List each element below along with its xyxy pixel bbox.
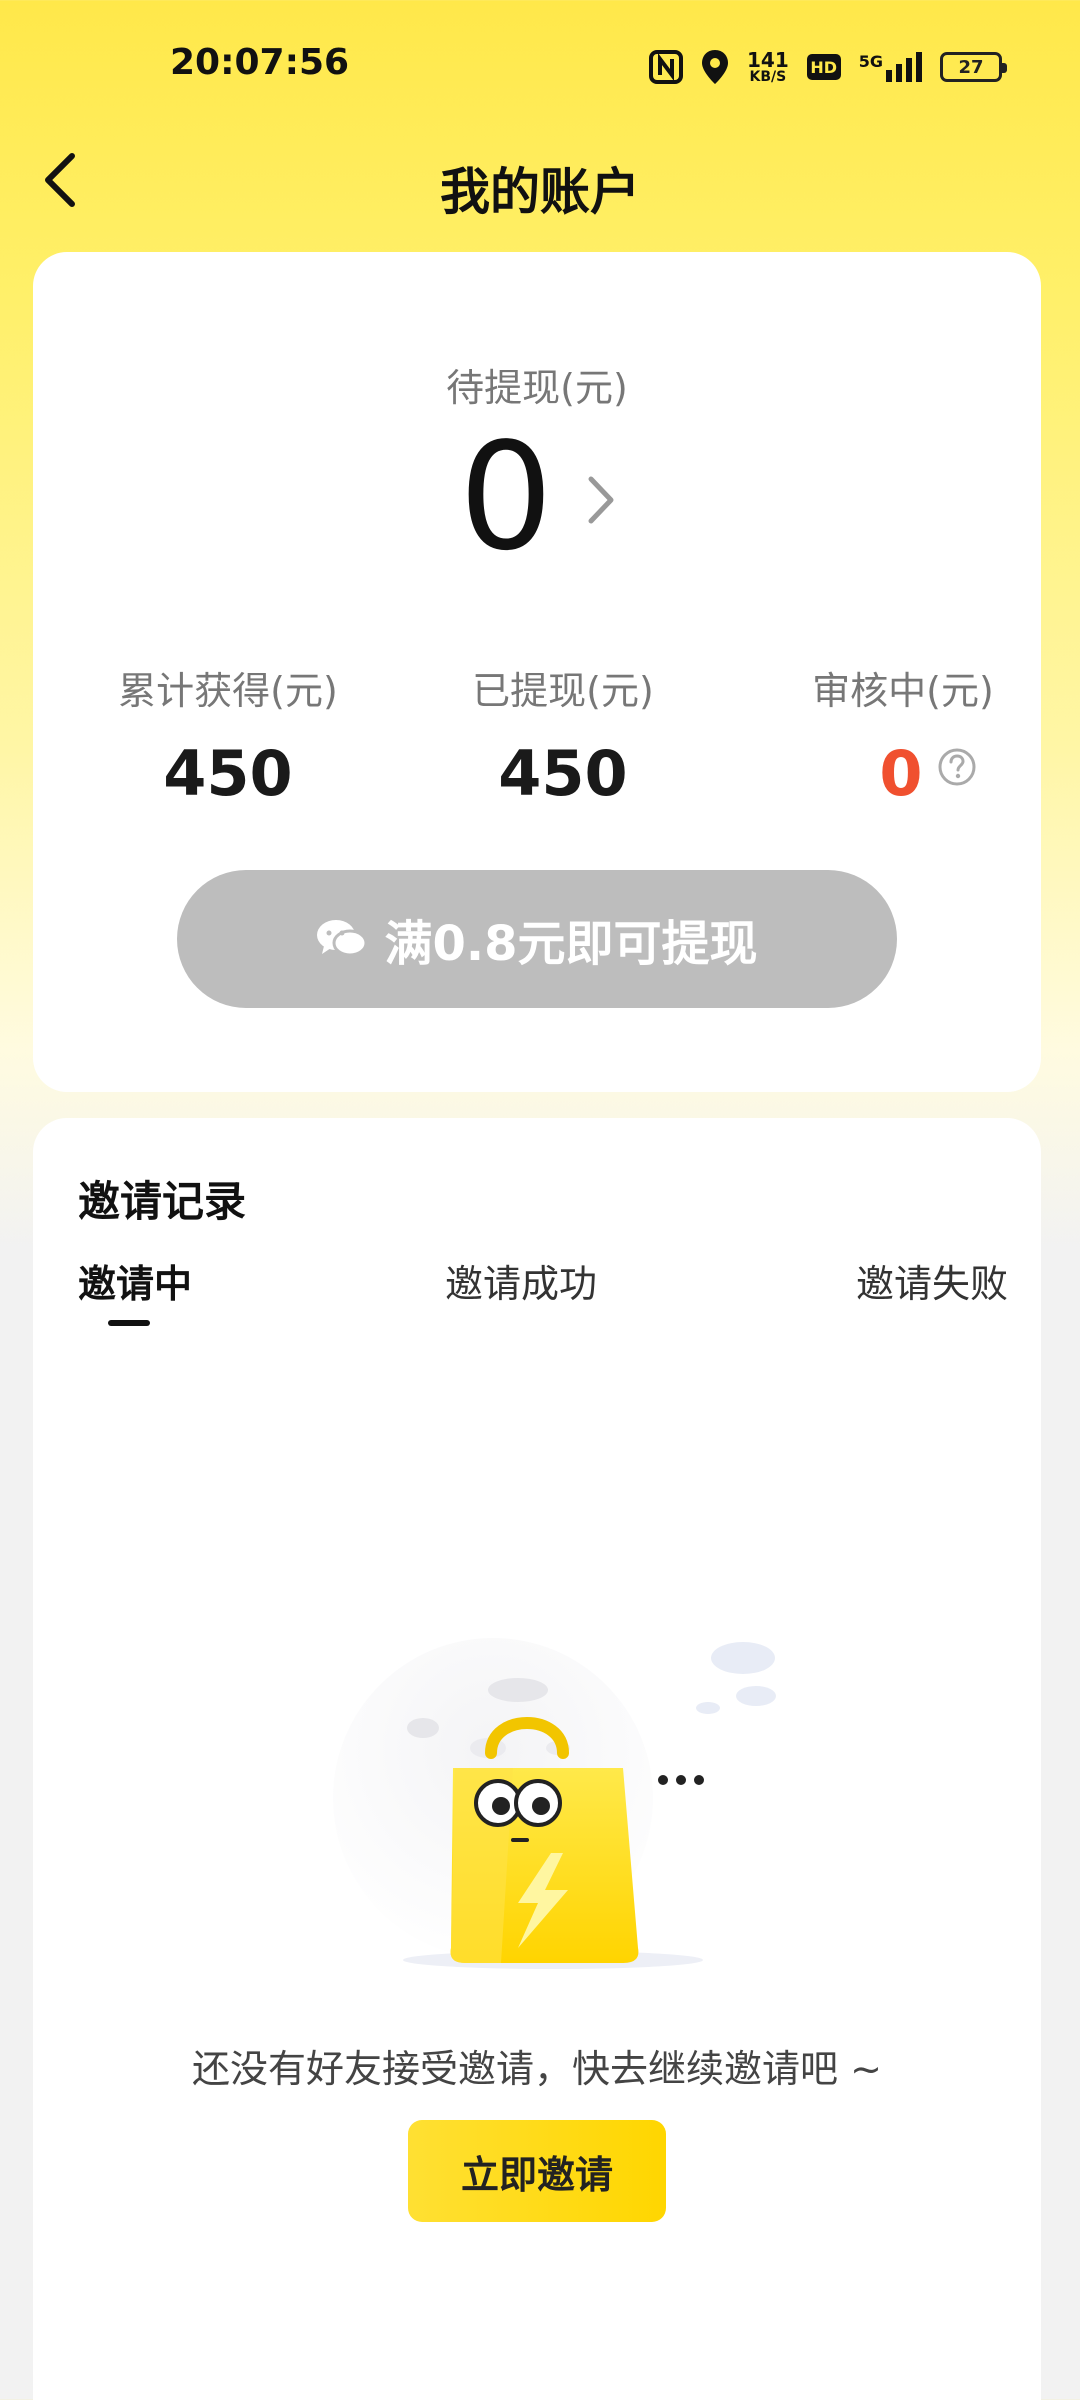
status-time: 20:07:56 xyxy=(170,42,350,83)
withdraw-button[interactable]: 满0.8元即可提现 xyxy=(177,870,897,1008)
pending-value: 0 xyxy=(458,411,554,583)
stat-total-earned: 累计获得(元) 450 xyxy=(98,660,358,805)
battery-level: 27 xyxy=(958,56,984,78)
stat-value: 0 xyxy=(879,737,923,810)
signal-icon: 5G xyxy=(859,52,922,82)
page-title: 我的账户 xyxy=(440,163,640,221)
network-speed: 141 KB/S xyxy=(747,50,789,84)
active-tab-indicator xyxy=(108,1320,150,1326)
stat-under-review: 审核中(元) 0 xyxy=(773,660,1033,805)
pending-label: 待提现(元) xyxy=(446,366,628,410)
invite-tabs: 邀请中 邀请成功 邀请失败 xyxy=(33,1253,1041,1333)
invite-record-card: 邀请记录 邀请中 邀请成功 邀请失败 还没有好友接受邀请，快去继续邀请吧 ~ 立… xyxy=(33,1118,1041,2400)
invite-now-button[interactable]: 立即邀请 xyxy=(408,2120,666,2222)
stat-value: 450 xyxy=(163,737,293,810)
stat-label: 审核中(元) xyxy=(812,669,994,713)
nfc-icon xyxy=(648,50,683,84)
nav-bar: 我的账户 xyxy=(0,140,1080,222)
empty-state-message: 还没有好友接受邀请，快去继续邀请吧 ~ xyxy=(192,2047,882,2091)
balance-card: 待提现(元) 0 累计获得(元) 450 已提现(元) 450 审核中(元) 0… xyxy=(33,252,1041,1092)
tab-invite-failed[interactable]: 邀请失败 xyxy=(856,1253,1008,1308)
chevron-right-icon xyxy=(588,476,614,524)
status-bar: 20:07:56 141 KB/S HD 5G 27 xyxy=(0,0,1080,135)
tab-inviting[interactable]: 邀请中 xyxy=(78,1253,192,1308)
network-type-label: 5G xyxy=(858,52,883,71)
stat-label: 已提现(元) xyxy=(472,669,654,713)
invite-record-title: 邀请记录 xyxy=(78,1177,247,1226)
question-icon[interactable] xyxy=(937,747,977,787)
tab-invite-success[interactable]: 邀请成功 xyxy=(445,1253,597,1308)
wechat-icon xyxy=(317,920,368,957)
pending-amount-row[interactable]: 0 xyxy=(33,422,1041,572)
stats-row: 累计获得(元) 450 已提现(元) 450 审核中(元) 0 xyxy=(33,660,1041,810)
stat-withdrawn: 已提现(元) 450 xyxy=(433,660,693,805)
network-speed-unit: KB/S xyxy=(749,69,787,85)
stat-label: 累计获得(元) xyxy=(118,669,338,713)
network-speed-value: 141 xyxy=(746,48,789,72)
location-icon xyxy=(701,49,729,85)
withdraw-button-label: 满0.8元即可提现 xyxy=(384,916,758,972)
empty-state-illustration xyxy=(323,1628,803,1998)
stat-value: 450 xyxy=(498,737,628,810)
battery-icon: 27 xyxy=(940,52,1007,82)
status-icons: 141 KB/S HD 5G 27 xyxy=(648,46,1007,88)
hd-icon: HD xyxy=(806,54,841,80)
